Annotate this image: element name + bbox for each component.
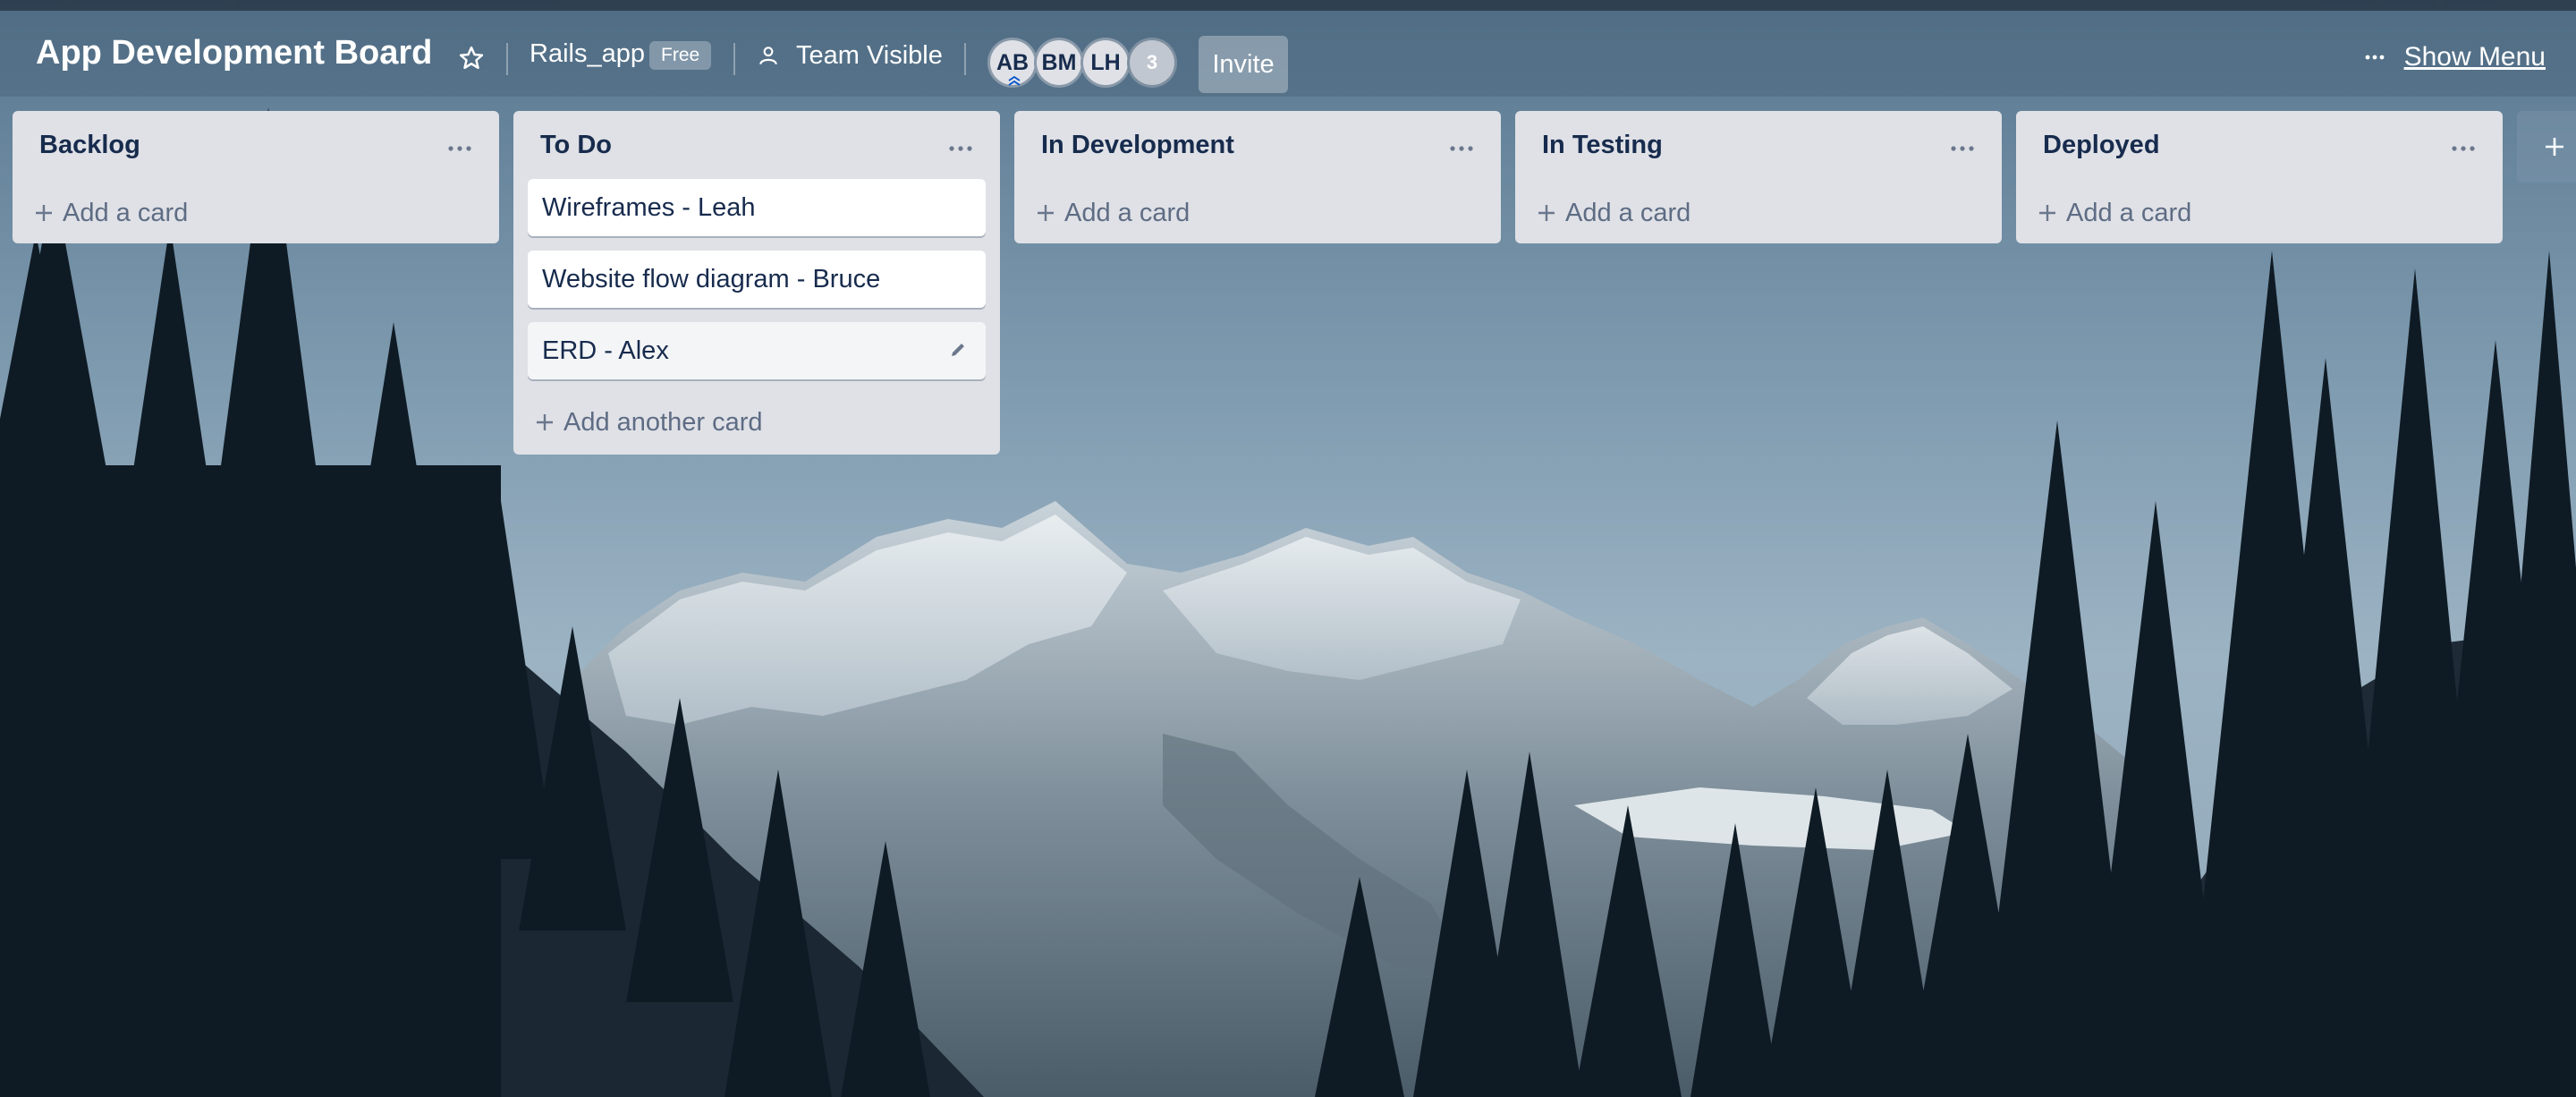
more-members-count: 3 [1146,51,1158,73]
visibility-button[interactable]: Team Visible [757,38,943,73]
plus-icon [1538,205,1555,221]
star-icon [459,46,484,70]
add-card-button[interactable]: Add a card [2016,183,2503,243]
member-avatar[interactable]: AB [987,38,1038,88]
card-title: Wireframes - Leah [542,192,756,222]
pencil-icon[interactable] [948,340,968,360]
list-menu-button[interactable] [440,132,479,165]
card[interactable]: Website flow diagram - Bruce [528,251,986,308]
list-menu-button[interactable] [1442,132,1481,165]
top-strip-tab [2383,0,2436,5]
add-card-button[interactable]: Add a card [1515,183,2002,243]
show-menu-button[interactable]: Show Menu [2365,38,2546,77]
ellipsis-icon [2365,55,2384,60]
top-strip-tab [2320,0,2374,5]
list-title[interactable]: Backlog [39,131,140,160]
visibility-label: Team Visible [796,40,943,70]
list-header: Backlog [13,111,499,183]
list-deployed: Deployed Add a card [2016,111,2503,243]
list-header: To Do [513,111,1000,183]
add-card-button[interactable]: Add another card [513,390,1000,455]
add-card-label: Add a card [2066,198,2192,227]
top-strip-tab [73,0,225,5]
plus-icon [537,414,553,430]
plus-icon [2039,205,2055,221]
team-visible-icon [759,47,777,65]
list-header: Deployed [2016,111,2503,183]
card[interactable]: ERD - Alex [528,322,986,379]
plan-badge: Free [649,41,712,70]
board-title[interactable]: App Development Board [36,34,432,72]
add-card-label: Add a card [63,198,189,227]
list-header: In Development [1014,111,1501,183]
show-menu-label: Show Menu [2403,42,2546,72]
ellipsis-icon [2452,146,2475,151]
top-strip-tab [0,0,63,5]
list-title[interactable]: In Testing [1542,131,1663,160]
plus-icon [2546,138,2563,156]
top-strip-tab [236,0,558,5]
header-divider [733,43,735,75]
browser-top-strip [0,0,2576,11]
list-in-development: In Development Add a card [1014,111,1501,243]
top-strip-tab [2445,0,2499,5]
add-card-button[interactable]: Add a card [1014,183,1501,243]
board-header: App Development Board Rails_app Free Tea… [0,11,2576,97]
plus-icon [36,205,52,221]
list-backlog: Backlog Add a card [13,111,499,243]
member-initials: BM [1041,49,1077,75]
list-in-testing: In Testing Add a card [1515,111,2002,243]
list-menu-button[interactable] [1943,132,1982,165]
ellipsis-icon [1450,146,1473,151]
card-title: ERD - Alex [542,336,669,365]
star-board-button[interactable] [454,41,488,75]
more-members-button[interactable]: 3 [1127,38,1177,88]
invite-button[interactable]: Invite [1199,36,1288,93]
add-card-label: Add a card [1565,198,1691,227]
header-divider [964,43,966,75]
admin-chevron-icon [1008,76,1021,86]
list-header: In Testing [1515,111,2002,183]
team-name-link[interactable]: Rails_app [530,39,645,69]
list-menu-button[interactable] [2444,132,2483,165]
member-avatar[interactable]: BM [1034,38,1084,88]
header-divider [506,43,508,75]
ellipsis-icon [949,146,972,151]
list-menu-button[interactable] [941,132,980,165]
add-list-button[interactable] [2517,111,2576,183]
list-title[interactable]: To Do [540,131,612,160]
member-initials: AB [996,49,1030,75]
plus-icon [1038,205,1054,221]
member-initials: LH [1090,49,1121,75]
card-title: Website flow diagram - Bruce [542,264,881,293]
add-card-button[interactable]: Add a card [13,183,499,243]
add-card-label: Add a card [1064,198,1191,227]
list-title[interactable]: In Development [1041,131,1234,160]
add-card-label: Add another card [564,407,763,437]
list-title[interactable]: Deployed [2043,131,2160,160]
ellipsis-icon [448,146,471,151]
member-avatar[interactable]: LH [1080,38,1131,88]
card[interactable]: Wireframes - Leah [528,179,986,236]
list-to-do: To Do Wireframes - Leah Website flow dia… [513,111,1000,455]
ellipsis-icon [1951,146,1974,151]
